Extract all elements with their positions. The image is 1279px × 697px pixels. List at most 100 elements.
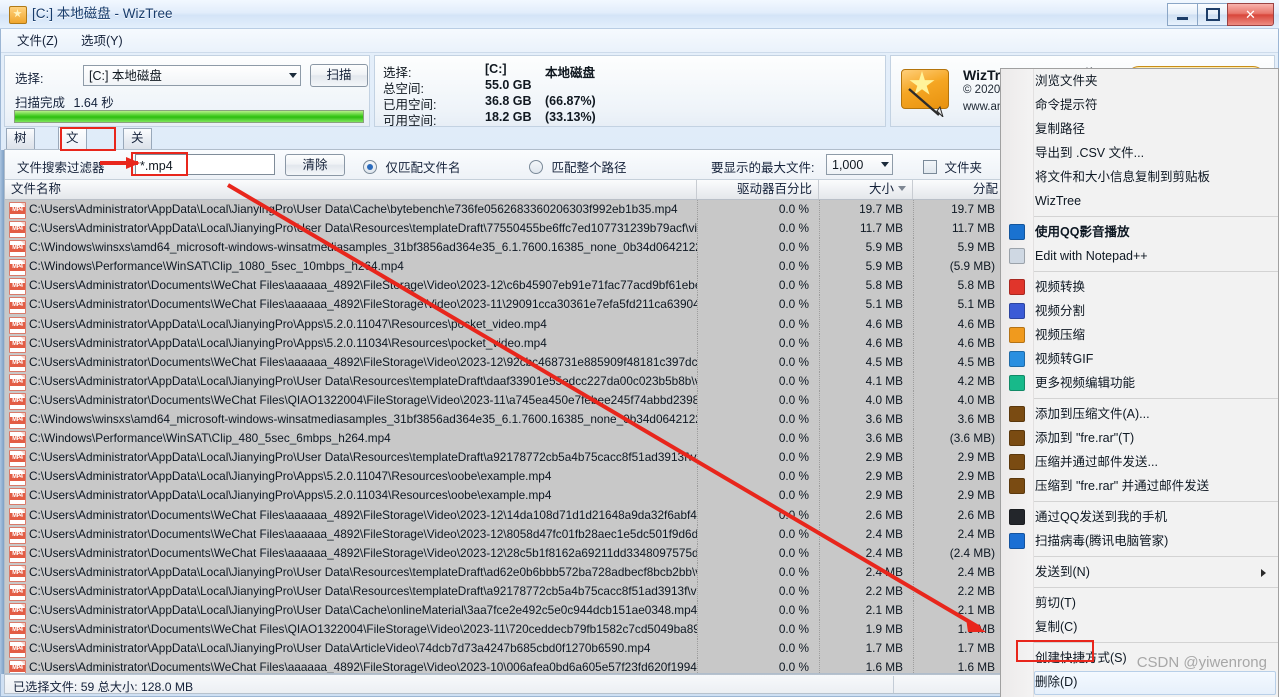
winrar-icon: [1009, 406, 1025, 422]
context-menu-separator: [1033, 398, 1278, 399]
context-menu-item[interactable]: 复制(C): [1001, 615, 1278, 639]
cell-size: 4.0 MB: [819, 390, 913, 410]
context-menu-item[interactable]: 发送到(N): [1001, 560, 1278, 584]
column-header-filename[interactable]: 文件名称: [5, 180, 697, 199]
context-menu-item[interactable]: 更多视频编辑功能: [1001, 371, 1278, 395]
cell-allocated: (5.9 MB): [913, 257, 1005, 277]
info-value2-free: (33.13%): [545, 110, 596, 124]
tab-about[interactable]: 关于: [123, 128, 152, 164]
cell-drive-percent: 0.0 %: [697, 410, 819, 430]
context-menu-separator: [1033, 216, 1278, 217]
menu-item-options[interactable]: 选项(Y): [73, 32, 131, 50]
context-menu-item[interactable]: 导出到 .CSV 文件...: [1001, 141, 1278, 165]
context-menu-item[interactable]: 视频压缩: [1001, 323, 1278, 347]
context-menu-item[interactable]: 添加到压缩文件(A)...: [1001, 402, 1278, 426]
context-menu-item[interactable]: 通过QQ发送到我的手机: [1001, 505, 1278, 529]
context-menu-separator: [1033, 556, 1278, 557]
column-header-drive-percent[interactable]: 驱动器百分比: [697, 180, 819, 199]
info-value2-selected: 本地磁盘: [545, 66, 596, 80]
cell-size: 11.7 MB: [819, 219, 913, 239]
scan-status-prefix: 扫描完成: [15, 96, 66, 110]
context-menu-item-label: Edit with Notepad++: [1035, 249, 1148, 263]
cell-size: 5.8 MB: [819, 276, 913, 296]
context-menu-item[interactable]: 视频转换: [1001, 275, 1278, 299]
context-menu[interactable]: 浏览文件夹 命令提示符复制路径导出到 .CSV 文件... 将文件和大小信息复制到剪…: [1000, 68, 1279, 697]
max-files-combo[interactable]: 1,000: [826, 154, 893, 175]
chevron-down-icon: [289, 73, 297, 78]
window-title: [C:] 本地磁盘 - WizTree: [32, 6, 173, 21]
minimize-button[interactable]: [1167, 3, 1198, 26]
cell-allocated: 2.1 MB: [913, 600, 1005, 620]
context-menu-item-label: 将文件和大小信息复制到剪贴板: [1035, 170, 1211, 184]
maximize-button[interactable]: [1197, 3, 1228, 26]
cell-drive-percent: 0.0 %: [697, 429, 819, 449]
drive-select-combo[interactable]: [C:] 本地磁盘: [83, 65, 301, 86]
context-menu-item[interactable]: 视频转GIF: [1001, 347, 1278, 371]
wiztree-logo-icon: [899, 65, 955, 119]
context-menu-item-label: 复制路径: [1035, 122, 1086, 136]
wiztree-app-icon: [9, 6, 27, 24]
cell-size: 2.9 MB: [819, 448, 913, 468]
close-button[interactable]: ✕: [1227, 3, 1274, 26]
radio-fullpath-indicator: [529, 160, 543, 174]
cell-allocated: (2.4 MB): [913, 543, 1005, 563]
folders-checkbox-label: 文件夹: [944, 161, 982, 175]
max-files-label: 要显示的最大文件:: [711, 161, 815, 175]
context-menu-item[interactable]: 扫描病毒(腾讯电脑管家): [1001, 529, 1278, 553]
notepadpp-icon: [1009, 248, 1025, 264]
tab-tree-view[interactable]: 树查看: [6, 128, 35, 183]
scan-status: 扫描完成 1.64 秒: [15, 92, 114, 111]
context-menu-item[interactable]: 将文件和大小信息复制到剪贴板: [1001, 165, 1278, 189]
cell-filename: C:\Users\Administrator\AppData\Local\Jia…: [29, 564, 697, 579]
menu-item-file[interactable]: 文件(Z): [9, 32, 66, 50]
context-menu-item[interactable]: Edit with Notepad++: [1001, 244, 1278, 268]
column-header-size-label: 大小: [868, 182, 894, 196]
tencent-guard-icon: [1009, 533, 1025, 549]
radio-match-fullpath[interactable]: 匹配整个路径: [529, 157, 627, 176]
context-menu-item-label: 压缩到 "fre.rar" 并通过邮件发送: [1035, 479, 1210, 493]
context-menu-item-label: 视频压缩: [1035, 328, 1086, 342]
cell-filename: C:\Users\Administrator\Documents\WeChat …: [29, 660, 697, 673]
context-menu-item-label: 发送到(N): [1035, 565, 1090, 579]
cell-drive-percent: 0.0 %: [697, 295, 819, 315]
context-menu-item[interactable]: 复制路径: [1001, 117, 1278, 141]
column-header-allocated[interactable]: 分配: [913, 180, 1005, 199]
search-filter-input[interactable]: [135, 154, 275, 175]
context-menu-separator: [1033, 271, 1278, 272]
window-controls: ✕: [1167, 3, 1274, 26]
clear-filter-button[interactable]: 清除: [285, 154, 345, 176]
scan-button[interactable]: 扫描: [310, 64, 368, 87]
checkbox-indicator: [923, 160, 937, 174]
context-menu-item[interactable]: 使用QQ影音播放: [1001, 220, 1278, 244]
status-divider: [893, 676, 894, 693]
column-header-size[interactable]: 大小: [819, 180, 913, 199]
context-menu-item[interactable]: 删除(D): [1001, 670, 1278, 695]
context-menu-item-label: 视频分割: [1035, 304, 1086, 318]
context-menu-item[interactable]: 浏览文件夹: [1001, 69, 1278, 93]
context-menu-item[interactable]: 视频分割: [1001, 299, 1278, 323]
context-menu-item[interactable]: 命令提示符: [1001, 93, 1278, 117]
cell-filename: C:\Users\Administrator\AppData\Local\Jia…: [29, 450, 697, 465]
cell-size: 3.6 MB: [819, 429, 913, 449]
cell-allocated: (3.6 MB): [913, 429, 1005, 449]
folders-checkbox[interactable]: 文件夹: [923, 157, 982, 176]
cell-allocated: 4.6 MB: [913, 314, 1005, 334]
cell-size: 1.6 MB: [819, 658, 913, 673]
cell-allocated: 4.2 MB: [913, 371, 1005, 391]
cell-allocated: 11.7 MB: [913, 219, 1005, 239]
context-menu-item[interactable]: 添加到 "fre.rar"(T): [1001, 426, 1278, 450]
context-menu-item[interactable]: 剪切(T): [1001, 591, 1278, 615]
video-convert-icon: [1009, 279, 1025, 295]
context-menu-item[interactable]: 压缩并通过邮件发送...: [1001, 450, 1278, 474]
cell-allocated: 2.9 MB: [913, 448, 1005, 468]
cell-allocated: 5.1 MB: [913, 295, 1005, 315]
cell-allocated: 2.4 MB: [913, 524, 1005, 544]
radio-match-filename[interactable]: 仅匹配文件名: [363, 157, 461, 176]
tab-file-view[interactable]: 文件查看: [58, 127, 87, 208]
window-vertical-scrollbar[interactable]: [0, 150, 4, 674]
cell-drive-percent: 0.0 %: [697, 448, 819, 468]
context-menu-item[interactable]: 压缩到 "fre.rar" 并通过邮件发送: [1001, 474, 1278, 498]
context-menu-item[interactable]: WizTree: [1001, 189, 1278, 213]
cell-filename: C:\Users\Administrator\AppData\Local\Jia…: [29, 221, 697, 236]
cell-filename: C:\Users\Administrator\AppData\Local\Jia…: [29, 373, 697, 388]
